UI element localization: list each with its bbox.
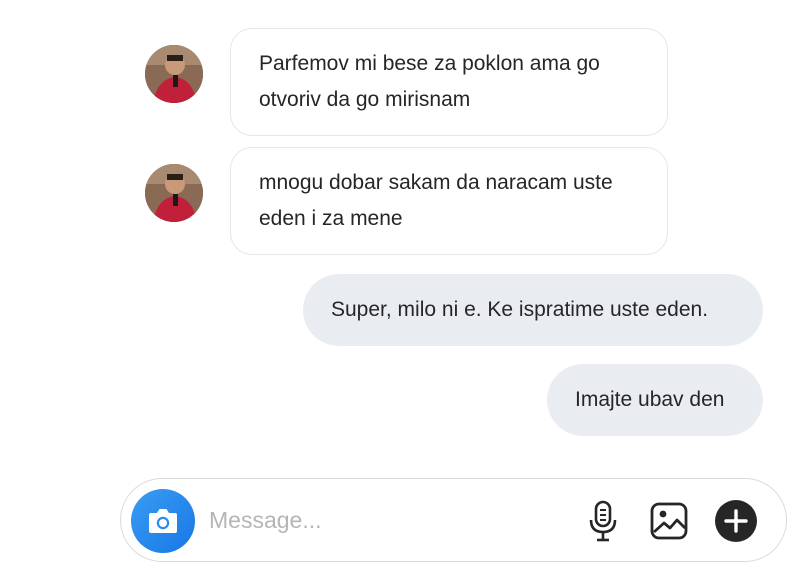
outgoing-message-bubble[interactable]: Super, milo ni e. Ke ispratime uste eden…	[303, 274, 763, 346]
camera-button[interactable]	[131, 489, 195, 553]
sender-avatar[interactable]	[145, 164, 203, 222]
message-line: Parfemov mi bese za poklon ama go	[259, 52, 600, 75]
message-line: mnogu dobar sakam da naracam uste	[259, 171, 613, 194]
message-text: Super, milo ni e. Ke ispratime uste eden…	[331, 298, 709, 321]
message-input[interactable]: Message...	[209, 507, 322, 534]
image-icon	[650, 502, 688, 540]
message-line: eden i za mene	[259, 207, 403, 230]
incoming-message-bubble[interactable]: Parfemov mi bese za poklon ama go otvori…	[230, 28, 668, 136]
add-button[interactable]	[714, 499, 758, 543]
gallery-button[interactable]	[647, 499, 691, 543]
camera-icon	[149, 509, 177, 533]
incoming-message-bubble[interactable]: mnogu dobar sakam da naracam uste eden i…	[230, 147, 668, 255]
message-composer: Message...	[120, 478, 787, 562]
message-line: otvoriv da go mirisnam	[259, 88, 471, 111]
sender-avatar[interactable]	[145, 45, 203, 103]
microphone-icon	[589, 500, 617, 542]
voice-button[interactable]	[581, 499, 625, 543]
message-text: Imajte ubav den	[575, 388, 725, 411]
outgoing-message-bubble[interactable]: Imajte ubav den	[547, 364, 763, 436]
avatar-photo	[145, 45, 203, 103]
avatar-photo	[145, 164, 203, 222]
plus-icon	[715, 500, 757, 542]
